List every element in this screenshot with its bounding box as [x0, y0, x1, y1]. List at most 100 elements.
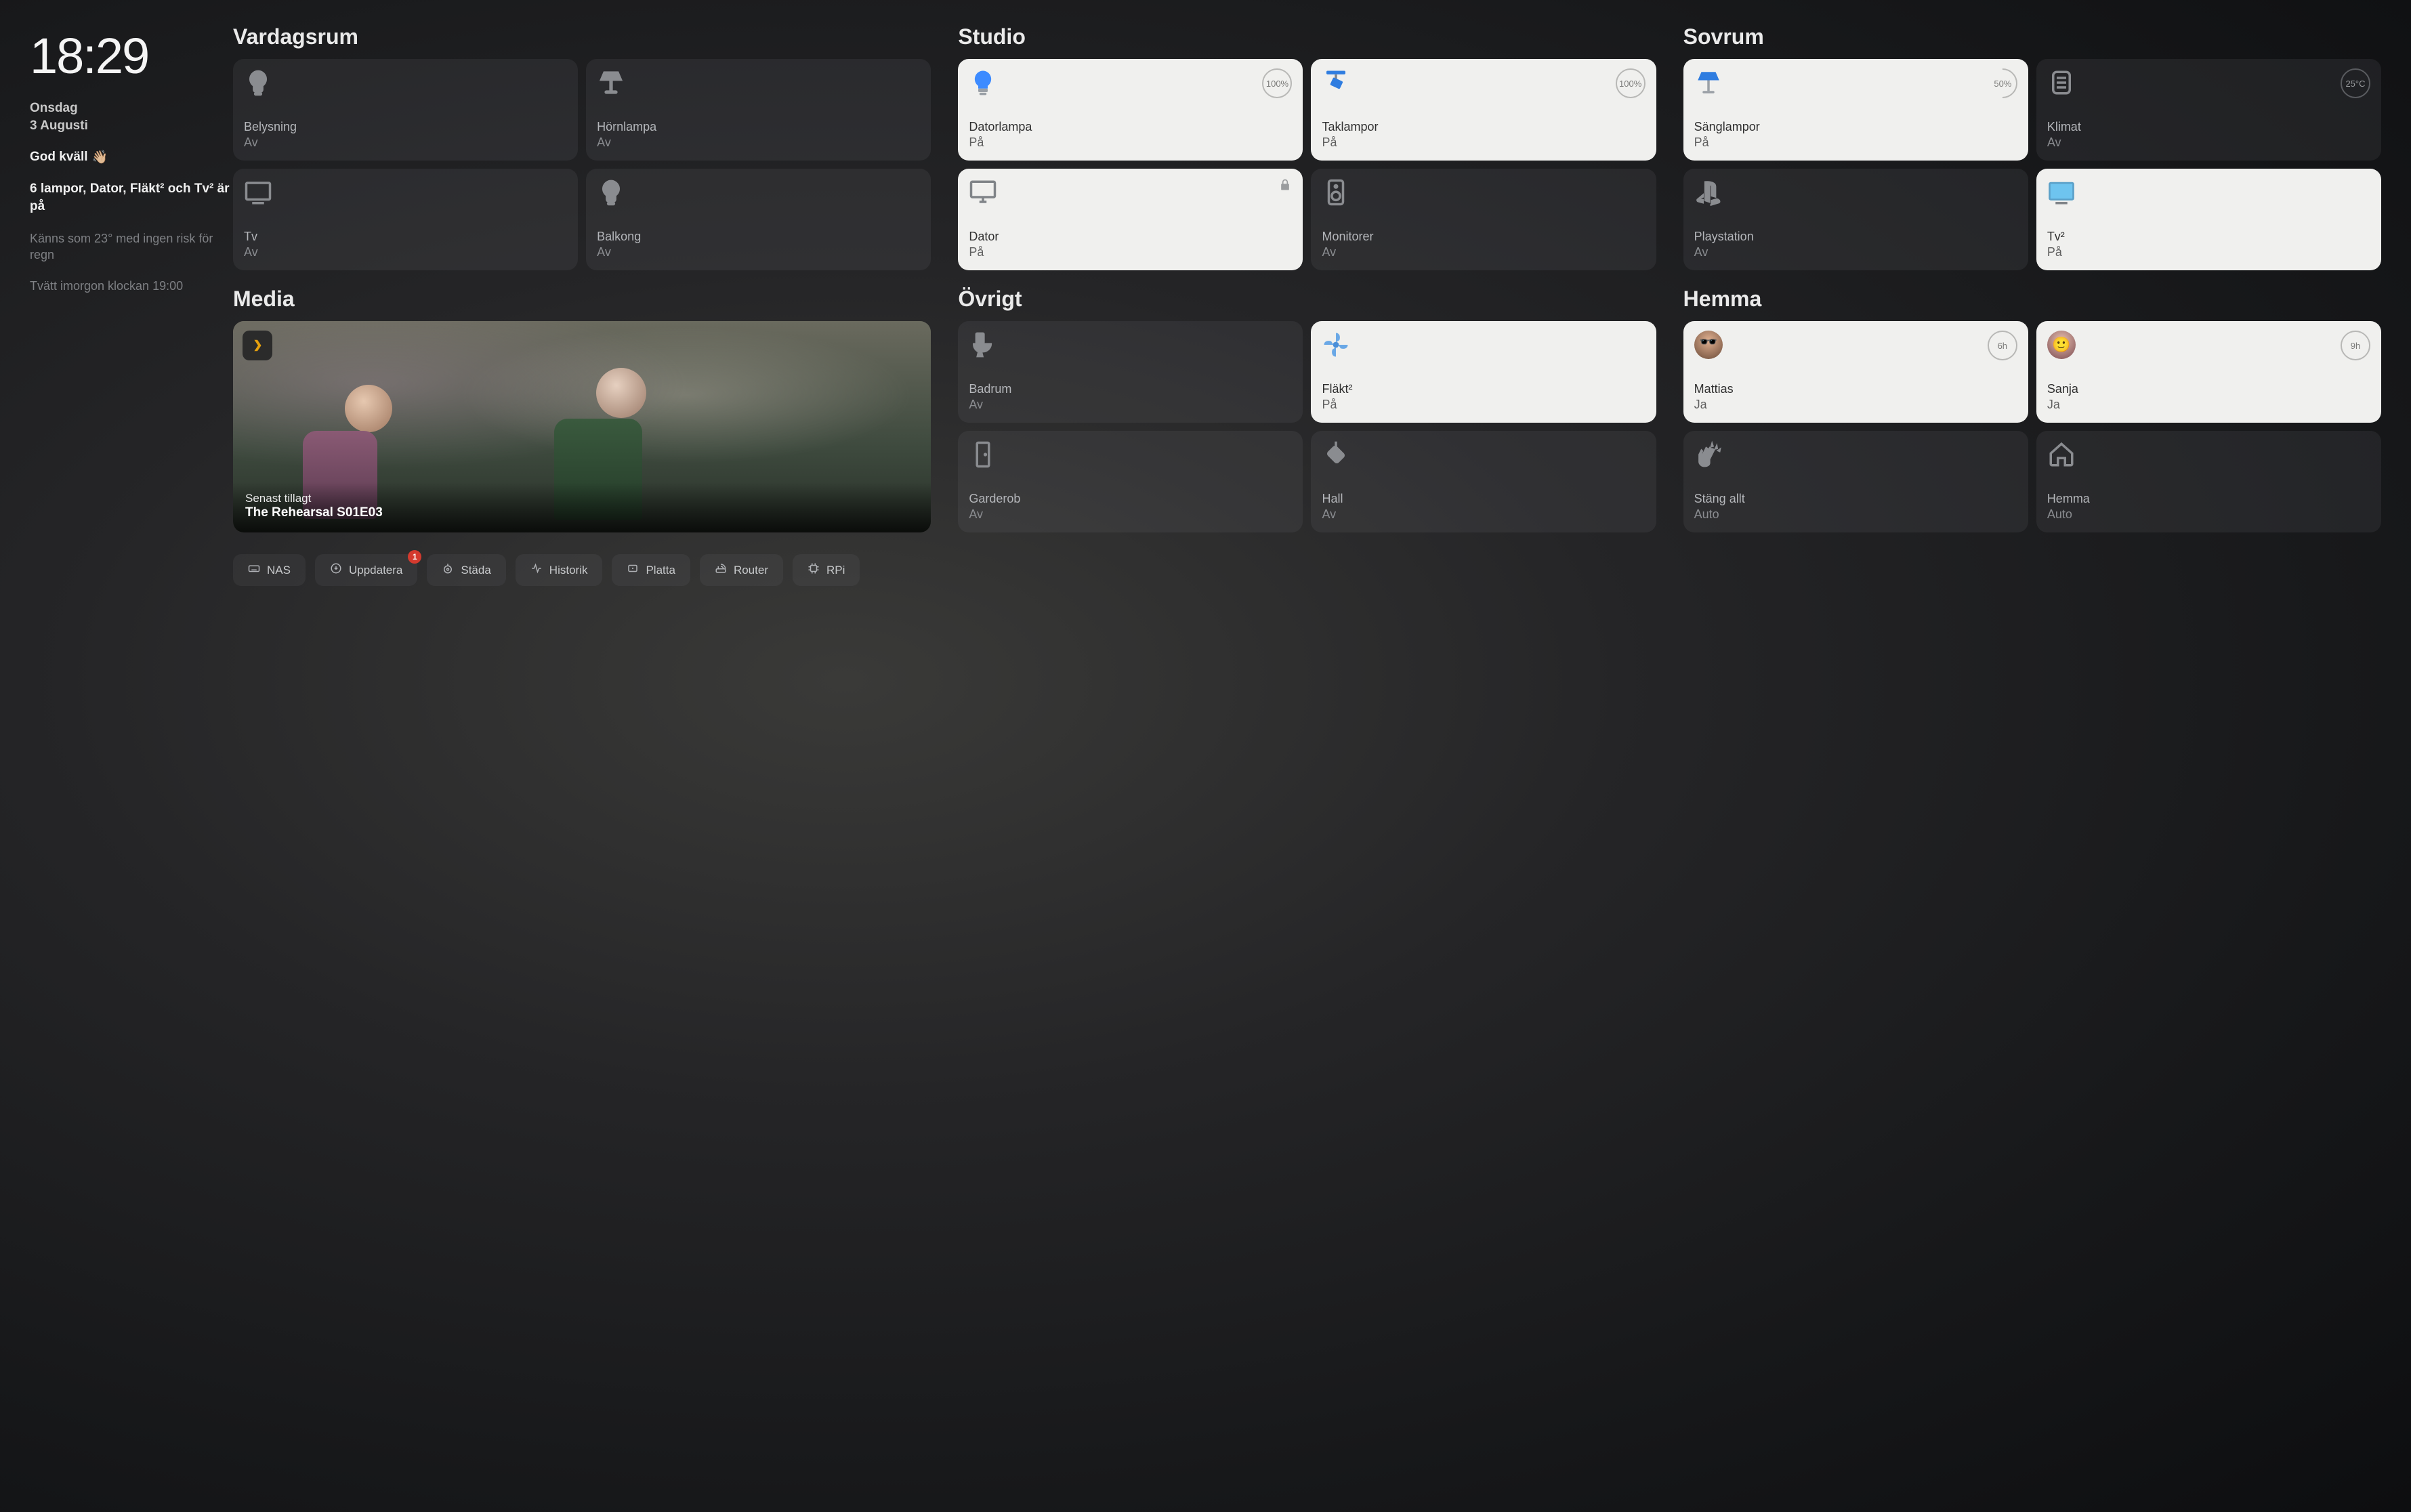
tile-mattias[interactable]: 🕶️6hMattiasJa [1683, 321, 2028, 423]
tile-stangallt[interactable]: Stäng alltAuto [1683, 431, 2028, 532]
avatar-f-icon: 🙂 [2047, 331, 2076, 359]
group-title: Media [233, 287, 931, 312]
tile-badge: 25°C [2341, 68, 2370, 98]
tile-state: På [969, 245, 1292, 259]
tile-monitorer[interactable]: MonitorerAv [1311, 169, 1656, 270]
tile-taklampor[interactable]: 100%TaklamporPå [1311, 59, 1656, 161]
spotlight-icon [1322, 68, 1350, 97]
chip-historik[interactable]: Historik [516, 554, 603, 586]
tile-name: Stäng allt [1694, 492, 2017, 506]
tile-sanja[interactable]: 🙂 9h Sanja Ja [2036, 321, 2381, 423]
tv-icon [244, 178, 272, 207]
tile-hemmaauto[interactable]: HemmaAuto [2036, 431, 2381, 532]
tile-state: Av [969, 398, 1292, 412]
tile-state: Av [1322, 245, 1645, 259]
group-studio: Studio 100%DatorlampaPå100%TaklamporPåDa… [958, 24, 1656, 270]
tile-belysning[interactable]: BelysningAv [233, 59, 578, 161]
tile-name: Fläkt² [1322, 382, 1645, 396]
house-icon [2047, 440, 2076, 469]
tile-state: Av [1322, 507, 1645, 522]
chip-label: Städa [461, 564, 490, 577]
tile-name: Dator [969, 230, 1292, 244]
tile-badge: 100% [1616, 68, 1645, 98]
tile-balkong[interactable]: BalkongAv [586, 169, 931, 270]
media-item-title: The Rehearsal S01E03 [245, 505, 919, 520]
tile-sanglampor[interactable]: 50%SänglamporPå [1683, 59, 2028, 161]
laundry-text: Tvätt imorgon klockan 19:00 [30, 278, 233, 294]
chip-rpi[interactable]: RPi [793, 554, 860, 586]
tile-badrum[interactable]: Badrum Av [958, 321, 1303, 423]
tile-state: På [1694, 135, 2017, 150]
pulse-icon [530, 562, 543, 578]
tile-dator[interactable]: DatorPå [958, 169, 1303, 270]
weather-text: Känns som 23° med ingen risk för regn [30, 230, 233, 264]
group-media: Media Senast tillagt The Rehearsal S01E0… [233, 287, 931, 532]
tile-garderob[interactable]: GarderobAv [958, 431, 1303, 532]
chip-stada[interactable]: Städa [427, 554, 505, 586]
chip-router[interactable]: Router [700, 554, 783, 586]
tile-state: Av [1694, 245, 2017, 259]
tile-name: Hall [1322, 492, 1645, 506]
clock-time: 18:29 [30, 27, 233, 85]
tile-state: Auto [2047, 507, 2370, 522]
tile-name: Garderob [969, 492, 1292, 506]
group-sovrum: Sovrum 50%SänglamporPå 25°C Klimat AvPlayst… [1683, 24, 2381, 270]
lamp-shade-icon [597, 68, 625, 97]
tile-state: Ja [1694, 398, 2017, 412]
tile-tv2[interactable]: Tv²På [2036, 169, 2381, 270]
chip-nas[interactable]: NAS [233, 554, 306, 586]
group-title: Sovrum [1683, 24, 2381, 49]
tile-state: På [969, 135, 1292, 150]
bottom-bar: NAS Uppdatera1 Städa Historik Platta Router RP… [233, 554, 2381, 586]
group-title: Vardagsrum [233, 24, 931, 49]
tile-state: Av [244, 245, 567, 259]
pendant-icon [1322, 440, 1350, 469]
tile-playstation[interactable]: PlaystationAv [1683, 169, 2028, 270]
lamp-shade-color-icon [1694, 68, 1723, 97]
group-vardagsrum: Vardagsrum BelysningAvHörnlampaAvTvAvBal… [233, 24, 931, 270]
tile-badge: 50% [1982, 62, 2024, 104]
vacuum-icon [442, 562, 454, 578]
tile-name: Sanja [2047, 382, 2370, 396]
tile-name: Playstation [1694, 230, 2017, 244]
chip-label: Platta [646, 564, 675, 577]
clock-date: Onsdag 3 Augusti [30, 100, 233, 134]
group-hemma: Hemma 🕶️6hMattiasJa🙂9hSanjaJaStäng alltA… [1683, 287, 2381, 532]
tv-on-icon [2047, 178, 2076, 207]
chip-uppdatera[interactable]: Uppdatera1 [315, 554, 417, 586]
playstation-icon [1694, 178, 1723, 207]
tile-name: Datorlampa [969, 120, 1292, 134]
tile-badge: 9h [2341, 331, 2370, 360]
tile-hall[interactable]: HallAv [1311, 431, 1656, 532]
lock-icon [1278, 178, 1292, 195]
tile-datorlampa[interactable]: 100% DatorlampaPå [958, 59, 1303, 161]
tile-tv[interactable]: TvAv [233, 169, 578, 270]
tile-state: Auto [1694, 507, 2017, 522]
media-card[interactable]: Senast tillagt The Rehearsal S01E03 [233, 321, 931, 532]
chip-platta[interactable]: Platta [612, 554, 690, 586]
toilet-icon [969, 331, 997, 359]
devices-on-summary: 6 lampor, Dator, Fläkt² och Tv² är på [30, 180, 233, 215]
tablet-icon [627, 562, 639, 578]
fan-icon [1322, 331, 1350, 359]
chip-label: NAS [267, 564, 291, 577]
tile-badge: 6h [1988, 331, 2017, 360]
tile-name: Belysning [244, 120, 567, 134]
tile-name: Monitorer [1322, 230, 1645, 244]
tile-name: Balkong [597, 230, 920, 244]
clap-icon [1694, 440, 1723, 469]
plex-icon [243, 331, 272, 360]
tile-state: Ja [2047, 398, 2370, 412]
chip-label: Router [734, 564, 768, 577]
tile-state: Av [597, 135, 920, 150]
tile-hornlampa[interactable]: HörnlampaAv [586, 59, 931, 161]
group-title: Studio [958, 24, 1656, 49]
tile-name: Klimat [2047, 120, 2370, 134]
chip-label: Uppdatera [349, 564, 402, 577]
group-title: Övrigt [958, 287, 1656, 312]
tile-badge: 100% [1262, 68, 1292, 98]
tile-name: Badrum [969, 382, 1292, 396]
download-circle-icon [330, 562, 342, 578]
tile-flakt2[interactable]: Fläkt²På [1311, 321, 1656, 423]
tile-klimat[interactable]: 25°CKlimatAv [2036, 59, 2381, 161]
